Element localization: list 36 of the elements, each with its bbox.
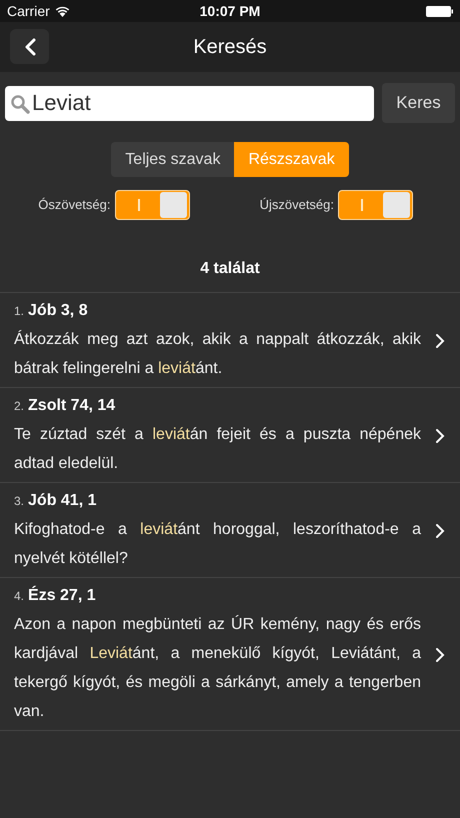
battery-icon xyxy=(426,6,453,16)
result-row[interactable]: 3. Jób 41, 1 Kifoghatod-e a leviátánt horoggal, leszoríthatod-e a nyelvét kötéllel? xyxy=(0,483,460,578)
result-number: 3. xyxy=(14,493,24,510)
verse-text: Azon a napon megbünteti az ÚR kemény, nagy és erős kardjával Leviátánt, a menekülő kígyót, Leviátánt, a tekergő kígyót, és megöli a sárkányt, amely a tengerben van. xyxy=(14,614,422,722)
back-icon xyxy=(24,38,36,56)
verse-text: Te zúztad szét a leviátán fejeit és a puszta népének adtad eledelül. xyxy=(14,425,422,474)
result-number: 1. xyxy=(14,303,24,320)
search-button[interactable]: Keres xyxy=(382,83,455,123)
verse-text: Kifoghatod-e a leviátánt horoggal, leszoríthatod-e a nyelvét kötéllel? xyxy=(14,520,422,569)
verse-reference: Jób 3, 8 xyxy=(28,301,88,321)
toggle-label: Újszövetség: xyxy=(260,196,334,214)
chevron-icon xyxy=(435,333,445,349)
search-icon xyxy=(10,94,30,114)
toggle-label: Ószövetség: xyxy=(38,196,110,214)
segment-tab[interactable]: Teljes szavak xyxy=(111,142,234,177)
toggle-switch[interactable] xyxy=(114,190,190,220)
search-field[interactable]: Leviat xyxy=(5,86,374,120)
chevron-icon xyxy=(435,647,445,663)
chevron-icon xyxy=(435,523,445,539)
screen-title: Keresés xyxy=(193,35,267,60)
verse-reference: Ézs 27, 1 xyxy=(28,584,96,606)
toggle-switch[interactable] xyxy=(338,190,413,220)
chevron-icon xyxy=(435,428,445,444)
clock-time: 10:07 PM xyxy=(200,2,260,20)
back-button[interactable] xyxy=(10,29,49,64)
carrier-label: Carrier xyxy=(7,2,50,20)
result-row[interactable]: 4. Ézs 27, 1 Azon a napon megbünteti az ÚR kemény, nagy és erős kardjával Leviátánt, a menekülő kígyót, Leviátánt, a tekergő kígyót, és megöli a sárkányt, amely a tengerben van. xyxy=(0,578,460,731)
result-count: 4 találat xyxy=(200,259,260,279)
result-number: 4. xyxy=(14,588,24,605)
result-number: 2. xyxy=(14,398,24,415)
wifi-icon xyxy=(54,6,70,16)
result-row[interactable]: 2. Zsolt 74, 14 Te zúztad szét a leviátán fejeit és a puszta népének adtad eledelül. xyxy=(0,388,460,483)
verse-reference: Zsolt 74, 14 xyxy=(28,396,116,416)
verse-text: Átkozzák meg azt azok, akik a nappalt átkozzák, akik bátrak felingerelni a leviátánt. xyxy=(14,329,422,379)
verse-reference: Jób 41, 1 xyxy=(28,491,96,511)
result-row[interactable]: 1. Jób 3, 8 Átkozzák meg azt azok, akik a nappalt átkozzák, akik bátrak felingerelni a leviátánt. xyxy=(0,293,460,388)
